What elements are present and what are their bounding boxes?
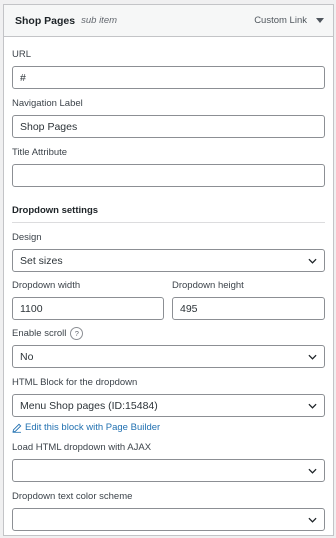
dropdown-width-label: Dropdown width bbox=[12, 280, 81, 291]
expand-caret-icon[interactable] bbox=[316, 18, 324, 23]
dropdown-height-field[interactable]: 495 bbox=[172, 297, 325, 320]
enable-scroll-label: Enable scroll bbox=[12, 328, 67, 340]
dropdown-width-field[interactable]: 1100 bbox=[12, 297, 164, 320]
chevron-down-icon bbox=[308, 354, 317, 360]
menu-item-title: Shop Pages bbox=[15, 14, 76, 27]
design-select[interactable]: Set sizes bbox=[12, 249, 325, 272]
menu-item-settings: URL # Navigation Label Shop Pages Title … bbox=[4, 49, 333, 531]
pencil-icon bbox=[12, 423, 22, 433]
chevron-down-icon bbox=[308, 403, 317, 409]
sub-item-tag: sub item bbox=[81, 15, 118, 26]
color-scheme-select[interactable] bbox=[12, 508, 325, 531]
dropdown-settings-title: Dropdown settings bbox=[12, 205, 99, 216]
menu-item-panel: Shop Pages sub item Custom Link URL # Na… bbox=[3, 4, 334, 536]
url-field[interactable]: # bbox=[12, 66, 325, 89]
chevron-down-icon bbox=[308, 468, 317, 474]
edit-block-link-text: Edit this block with Page Builder bbox=[25, 422, 161, 433]
section-divider bbox=[12, 222, 325, 223]
design-label: Design bbox=[12, 232, 42, 243]
url-label: URL bbox=[12, 49, 32, 60]
navigation-label-label: Navigation Label bbox=[12, 98, 83, 109]
dropdown-height-label: Dropdown height bbox=[172, 280, 244, 291]
ajax-label: Load HTML dropdown with AJAX bbox=[12, 442, 152, 453]
color-scheme-label: Dropdown text color scheme bbox=[12, 491, 133, 502]
chevron-down-icon bbox=[308, 517, 317, 523]
html-block-label: HTML Block for the dropdown bbox=[12, 377, 138, 388]
menu-item-header[interactable]: Shop Pages sub item Custom Link bbox=[4, 5, 333, 37]
title-attribute-field[interactable] bbox=[12, 164, 325, 187]
menu-item-type: Custom Link bbox=[254, 15, 307, 26]
navigation-label-value: Shop Pages bbox=[20, 120, 78, 133]
help-icon[interactable]: ? bbox=[70, 327, 84, 340]
title-attribute-label: Title Attribute bbox=[12, 147, 68, 158]
url-value: # bbox=[20, 71, 26, 84]
ajax-select[interactable] bbox=[12, 459, 325, 482]
html-block-value: Menu Shop pages (ID:15484) bbox=[20, 399, 158, 412]
navigation-label-field[interactable]: Shop Pages bbox=[12, 115, 325, 138]
design-value: Set sizes bbox=[20, 254, 63, 267]
chevron-down-icon bbox=[308, 258, 317, 264]
enable-scroll-select[interactable]: No bbox=[12, 345, 325, 368]
dropdown-width-value: 1100 bbox=[20, 302, 43, 315]
dropdown-height-value: 495 bbox=[180, 302, 198, 315]
edit-block-link[interactable]: Edit this block with Page Builder bbox=[12, 422, 324, 433]
enable-scroll-value: No bbox=[20, 350, 34, 363]
html-block-select[interactable]: Menu Shop pages (ID:15484) bbox=[12, 394, 325, 417]
enable-scroll-label-row: Enable scroll? bbox=[12, 327, 324, 340]
